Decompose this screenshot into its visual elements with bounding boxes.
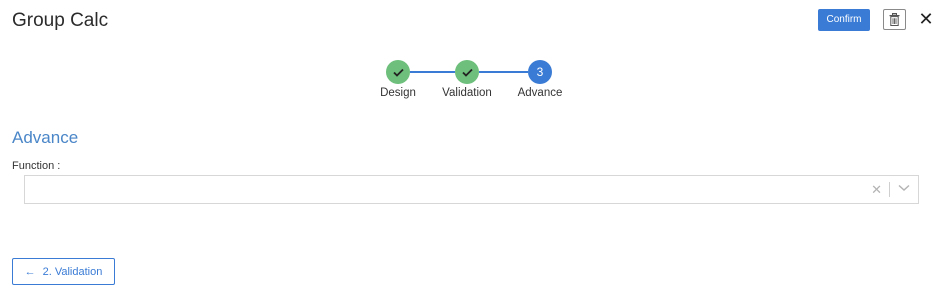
step-3-indicator[interactable]: 3 <box>528 60 552 84</box>
arrow-left-icon: ← <box>24 265 36 278</box>
check-icon <box>392 68 404 77</box>
step-connector <box>479 71 528 73</box>
chevron-down-icon[interactable] <box>898 184 910 192</box>
step-number: 3 <box>536 65 544 79</box>
step-2-indicator[interactable] <box>455 60 479 84</box>
step-connector <box>410 71 455 73</box>
stepper: 3 Design Validation Advance <box>0 0 942 110</box>
back-button-label: 2. Validation <box>42 265 103 278</box>
function-label: Function : <box>12 160 61 172</box>
section-title: Advance <box>12 128 79 147</box>
step-label-design[interactable]: Design <box>380 87 416 99</box>
check-icon <box>461 68 473 77</box>
step-1-indicator[interactable] <box>386 60 410 84</box>
function-select[interactable]: ✕ <box>24 175 919 204</box>
step-label-advance[interactable]: Advance <box>518 87 563 99</box>
step-label-validation[interactable]: Validation <box>442 87 492 99</box>
clear-x-icon[interactable]: ✕ <box>871 182 882 198</box>
select-separator <box>889 182 890 197</box>
back-button[interactable]: ← 2. Validation <box>12 258 115 285</box>
